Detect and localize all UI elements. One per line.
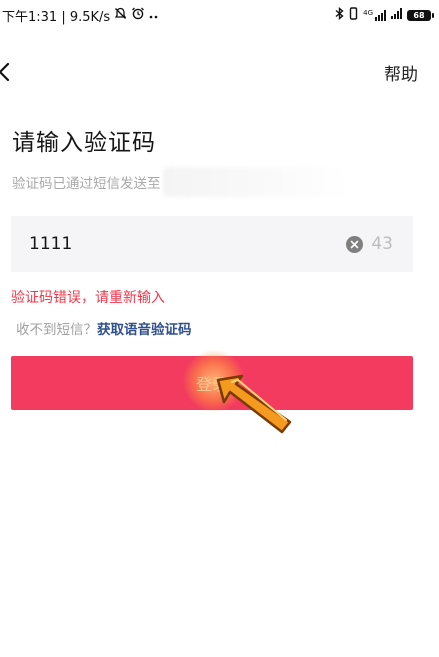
get-voice-code-link[interactable]: 获取语音验证码 [97, 322, 192, 338]
verification-code-field: 43 [11, 216, 413, 272]
vibrate-icon [349, 6, 358, 24]
back-button[interactable] [0, 58, 18, 86]
resend-countdown: 43 [371, 234, 393, 254]
status-left: 下午1:31 | 9.5K/s [0, 6, 159, 25]
voice-code-row: 收不到短信？获取语音验证码 [16, 318, 192, 338]
more-notifications-icon [149, 8, 159, 23]
error-message: 验证码错误，请重新输入 [11, 290, 165, 306]
help-link[interactable]: 帮助 [384, 60, 418, 85]
battery-icon: 68 [407, 9, 434, 21]
alarm-off-icon [114, 7, 127, 24]
login-button[interactable]: 登录 [11, 356, 413, 410]
sent-notice: 验证码已通过短信发送至 [12, 167, 348, 197]
voice-code-prompt: 收不到短信？ [16, 322, 97, 338]
status-bar: 下午1:31 | 9.5K/s 4G 68 [0, 0, 439, 30]
page-title: 请输入验证码 [12, 130, 156, 156]
cellular-signal-2-icon [391, 7, 402, 23]
login-button-label: 登录 [195, 375, 228, 394]
status-time: 下午1:31 | 9.5K/s [2, 9, 111, 25]
alarm-clock-icon [131, 7, 145, 24]
battery-level: 68 [413, 10, 425, 20]
chevron-left-icon [0, 62, 10, 82]
verification-code-input[interactable] [27, 233, 347, 255]
bluetooth-icon [335, 6, 344, 24]
sent-notice-text: 验证码已通过短信发送至 [12, 176, 161, 192]
status-right: 4G 68 [335, 6, 439, 24]
header: 帮助 [0, 50, 439, 94]
masked-phone-number [162, 167, 348, 197]
network-type: 4G [363, 8, 373, 17]
clear-input-icon[interactable] [346, 235, 364, 253]
cellular-signal-icon: 4G [363, 8, 386, 21]
